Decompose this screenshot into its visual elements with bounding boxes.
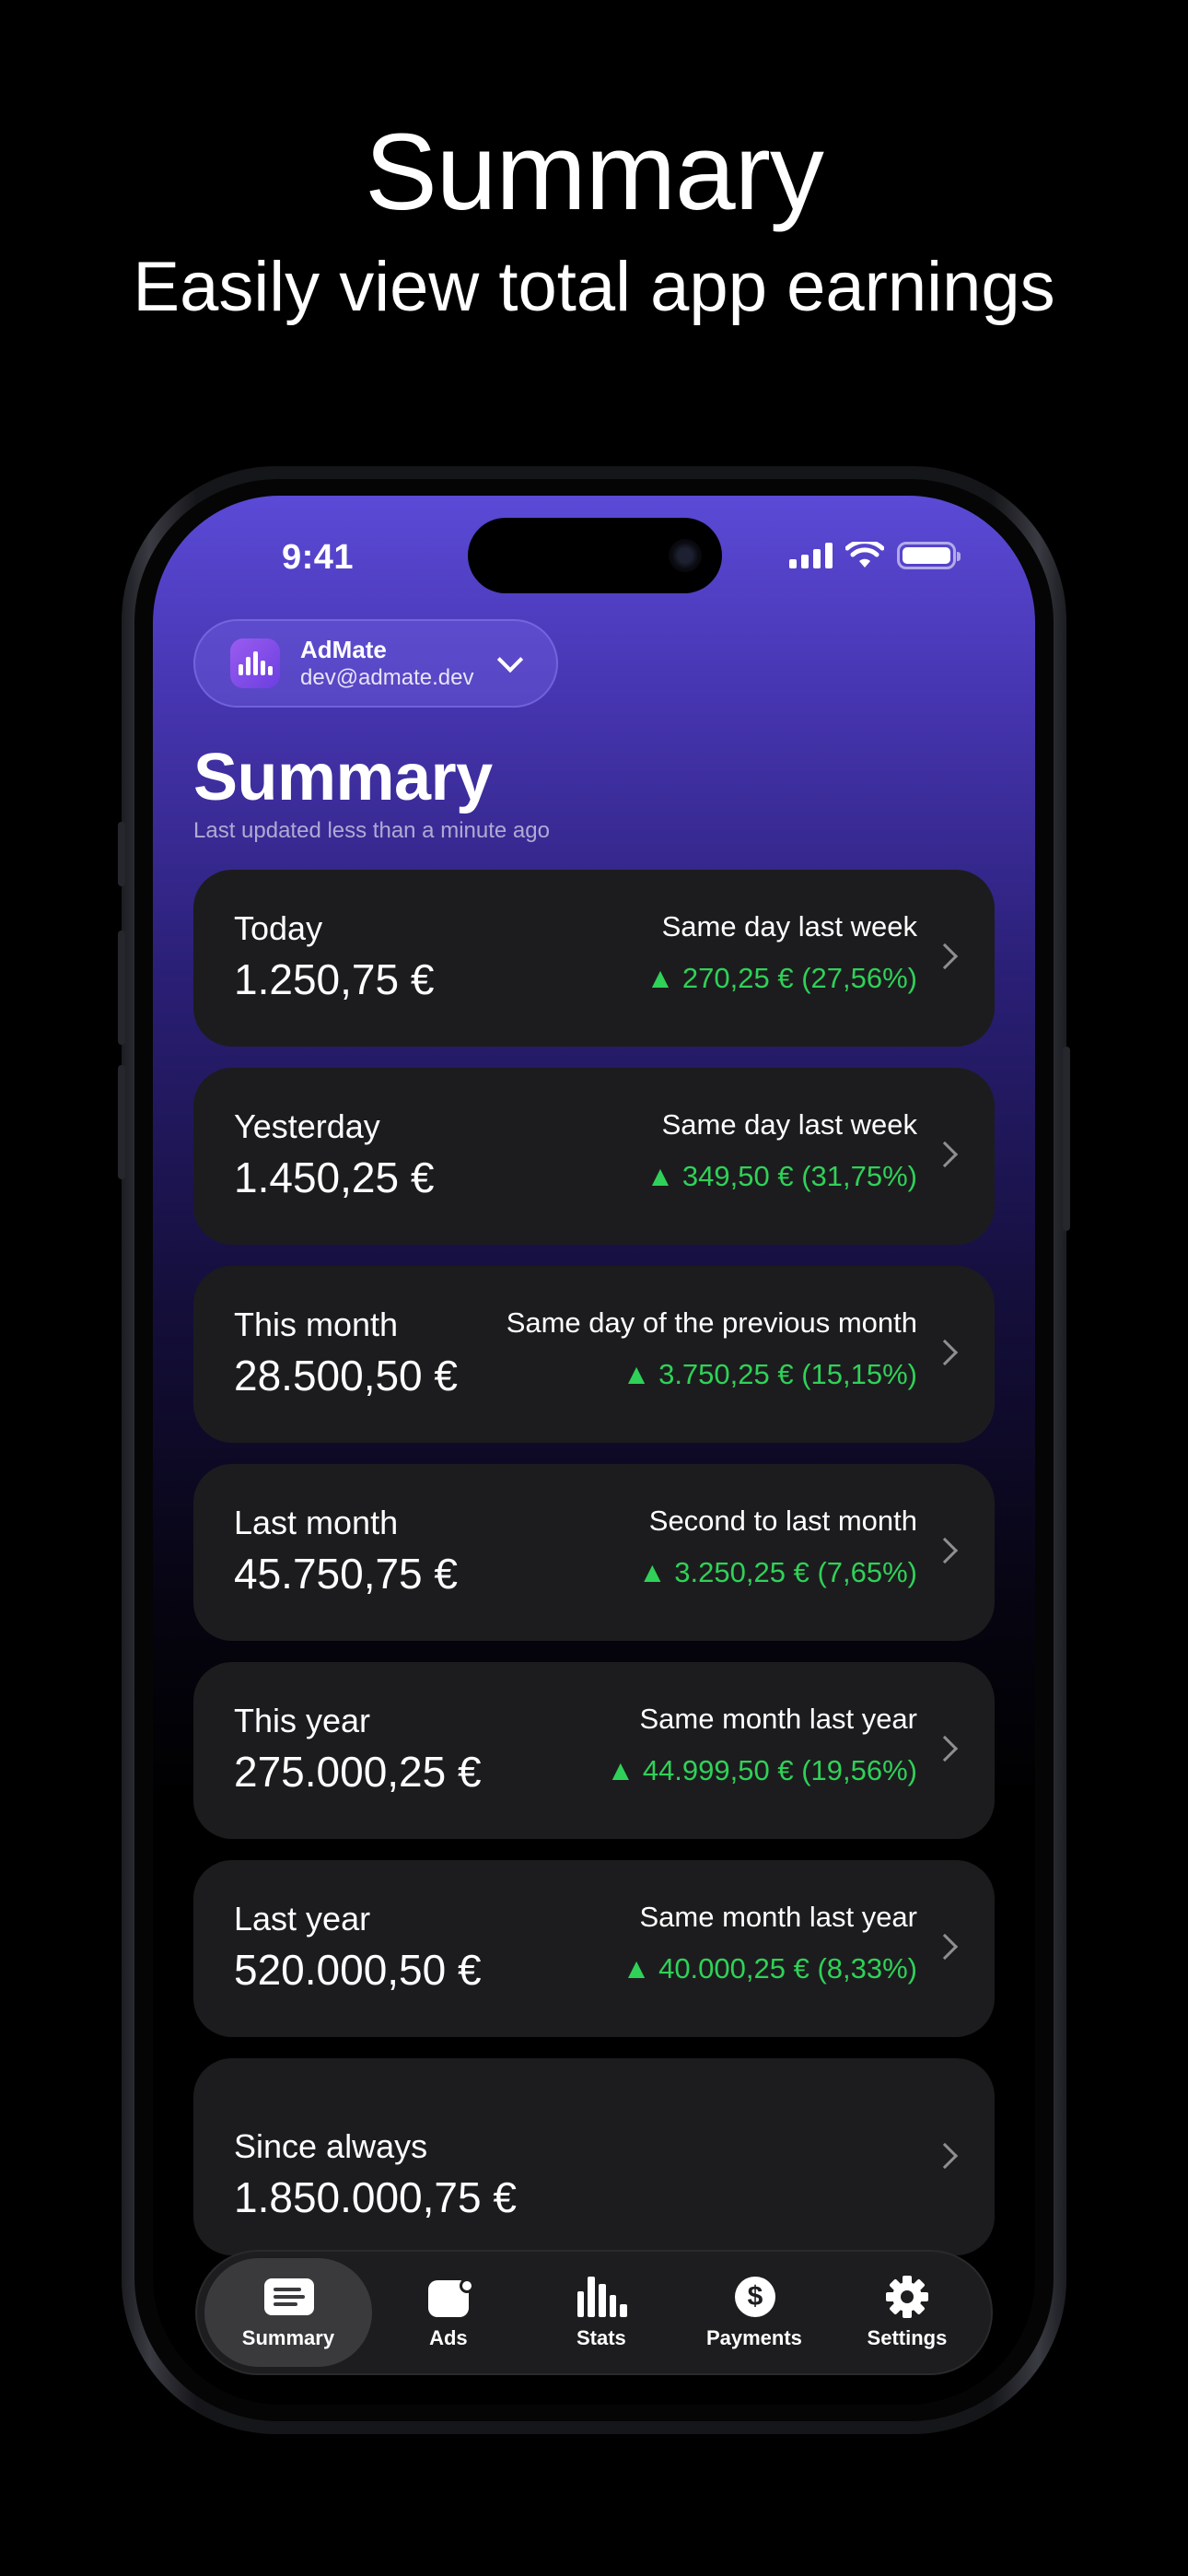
tab-label: Stats	[576, 2326, 626, 2349]
card-comparison-label: Same day of the previous month	[506, 1306, 917, 1339]
phone-screen: 9:41 AdMate dev@admate.dev Summary Last …	[153, 496, 1035, 2405]
card-delta: ▲ 3.750,25 € (15,15%)	[622, 1358, 917, 1390]
tab-stats[interactable]: Stats	[525, 2258, 678, 2367]
phone-volume-up-button	[118, 931, 125, 1045]
tab-payments[interactable]: $ Payments	[678, 2258, 831, 2367]
card-amount: 28.500,50 €	[234, 1352, 459, 1399]
phone-power-button	[1063, 1047, 1070, 1231]
phone-volume-down-button	[118, 1065, 125, 1179]
tab-label: Summary	[241, 2326, 335, 2349]
card-comparison-label: Same day last week	[661, 1108, 917, 1141]
card-label: Last year	[234, 1900, 371, 1938]
card-amount: 275.000,25 €	[234, 1748, 482, 1796]
card-label: Today	[234, 909, 323, 947]
chevron-right-icon	[931, 1141, 959, 1168]
chevron-down-icon	[496, 646, 524, 673]
card-amount: 1.250,75 €	[234, 955, 435, 1003]
card-label: Since always	[234, 2127, 428, 2165]
stats-icon	[577, 2275, 627, 2319]
card-label: Yesterday	[234, 1107, 380, 1145]
card-label: This year	[234, 1702, 371, 1739]
battery-icon	[897, 542, 961, 569]
tab-bar: Summary Ads Stats $ Payments Settings	[195, 2250, 993, 2375]
chevron-right-icon	[931, 1339, 959, 1366]
payments-icon: $	[730, 2275, 778, 2319]
summary-card-this-month[interactable]: This month 28.500,50 € Same day of the p…	[193, 1266, 995, 1443]
camera-icon	[669, 539, 702, 572]
account-switcher[interactable]: AdMate dev@admate.dev	[193, 619, 558, 708]
tab-label: Ads	[429, 2326, 468, 2349]
card-delta: ▲ 270,25 € (27,56%)	[646, 962, 917, 994]
status-time: 9:41	[282, 538, 355, 577]
chevron-right-icon	[931, 1537, 959, 1564]
phone-action-button	[118, 822, 125, 886]
summary-icon	[263, 2275, 314, 2319]
ads-icon	[425, 2275, 474, 2319]
card-comparison-label: Same month last year	[639, 1703, 917, 1735]
card-comparison-label: Second to last month	[648, 1505, 917, 1537]
card-label: This month	[234, 1306, 399, 1343]
card-amount: 1.850.000,75 €	[234, 2173, 517, 2221]
tab-summary[interactable]: Summary	[204, 2258, 372, 2367]
card-label: Last month	[234, 1504, 399, 1541]
card-delta: ▲ 44.999,50 € (19,56%)	[606, 1754, 917, 1786]
tab-ads[interactable]: Ads	[372, 2258, 525, 2367]
dynamic-island	[468, 518, 722, 593]
card-delta: ▲ 349,50 € (31,75%)	[646, 1160, 917, 1192]
card-delta: ▲ 3.250,25 € (7,65%)	[638, 1556, 917, 1588]
chevron-right-icon	[931, 1735, 959, 1762]
promo-subtitle: Easily view total app earnings	[133, 248, 1055, 326]
card-amount: 1.450,25 €	[234, 1153, 435, 1201]
page-title: Summary	[193, 741, 493, 814]
app-logo-icon	[230, 638, 280, 688]
tab-settings[interactable]: Settings	[831, 2258, 984, 2367]
card-amount: 45.750,75 €	[234, 1550, 459, 1598]
summary-card-this-year[interactable]: This year 275.000,25 € Same month last y…	[193, 1662, 995, 1839]
promo-title: Summary	[365, 111, 824, 233]
chevron-right-icon	[931, 1933, 959, 1961]
cellular-signal-icon	[789, 543, 833, 568]
status-icons	[789, 542, 961, 569]
summary-card-since-always[interactable]: Since always 1.850.000,75 €	[193, 2058, 995, 2255]
settings-icon	[883, 2275, 931, 2319]
summary-card-yesterday[interactable]: Yesterday 1.450,25 € Same day last week …	[193, 1068, 995, 1245]
summary-card-last-year[interactable]: Last year 520.000,50 € Same month last y…	[193, 1860, 995, 2037]
summary-card-today[interactable]: Today 1.250,75 € Same day last week ▲ 27…	[193, 870, 995, 1047]
account-email: dev@admate.dev	[300, 665, 474, 690]
chevron-right-icon	[931, 943, 959, 970]
card-amount: 520.000,50 €	[234, 1946, 482, 1994]
last-updated-text: Last updated less than a minute ago	[193, 818, 550, 843]
card-comparison-label: Same day last week	[661, 910, 917, 943]
chevron-right-icon	[931, 2142, 959, 2170]
summary-card-list: Today 1.250,75 € Same day last week ▲ 27…	[193, 870, 995, 2277]
summary-card-last-month[interactable]: Last month 45.750,75 € Second to last mo…	[193, 1464, 995, 1641]
account-name: AdMate	[300, 636, 387, 663]
card-comparison-label: Same month last year	[639, 1901, 917, 1933]
wifi-icon	[845, 542, 884, 568]
tab-label: Settings	[867, 2326, 948, 2349]
card-delta: ▲ 40.000,25 € (8,33%)	[622, 1952, 917, 1985]
tab-label: Payments	[705, 2326, 802, 2349]
